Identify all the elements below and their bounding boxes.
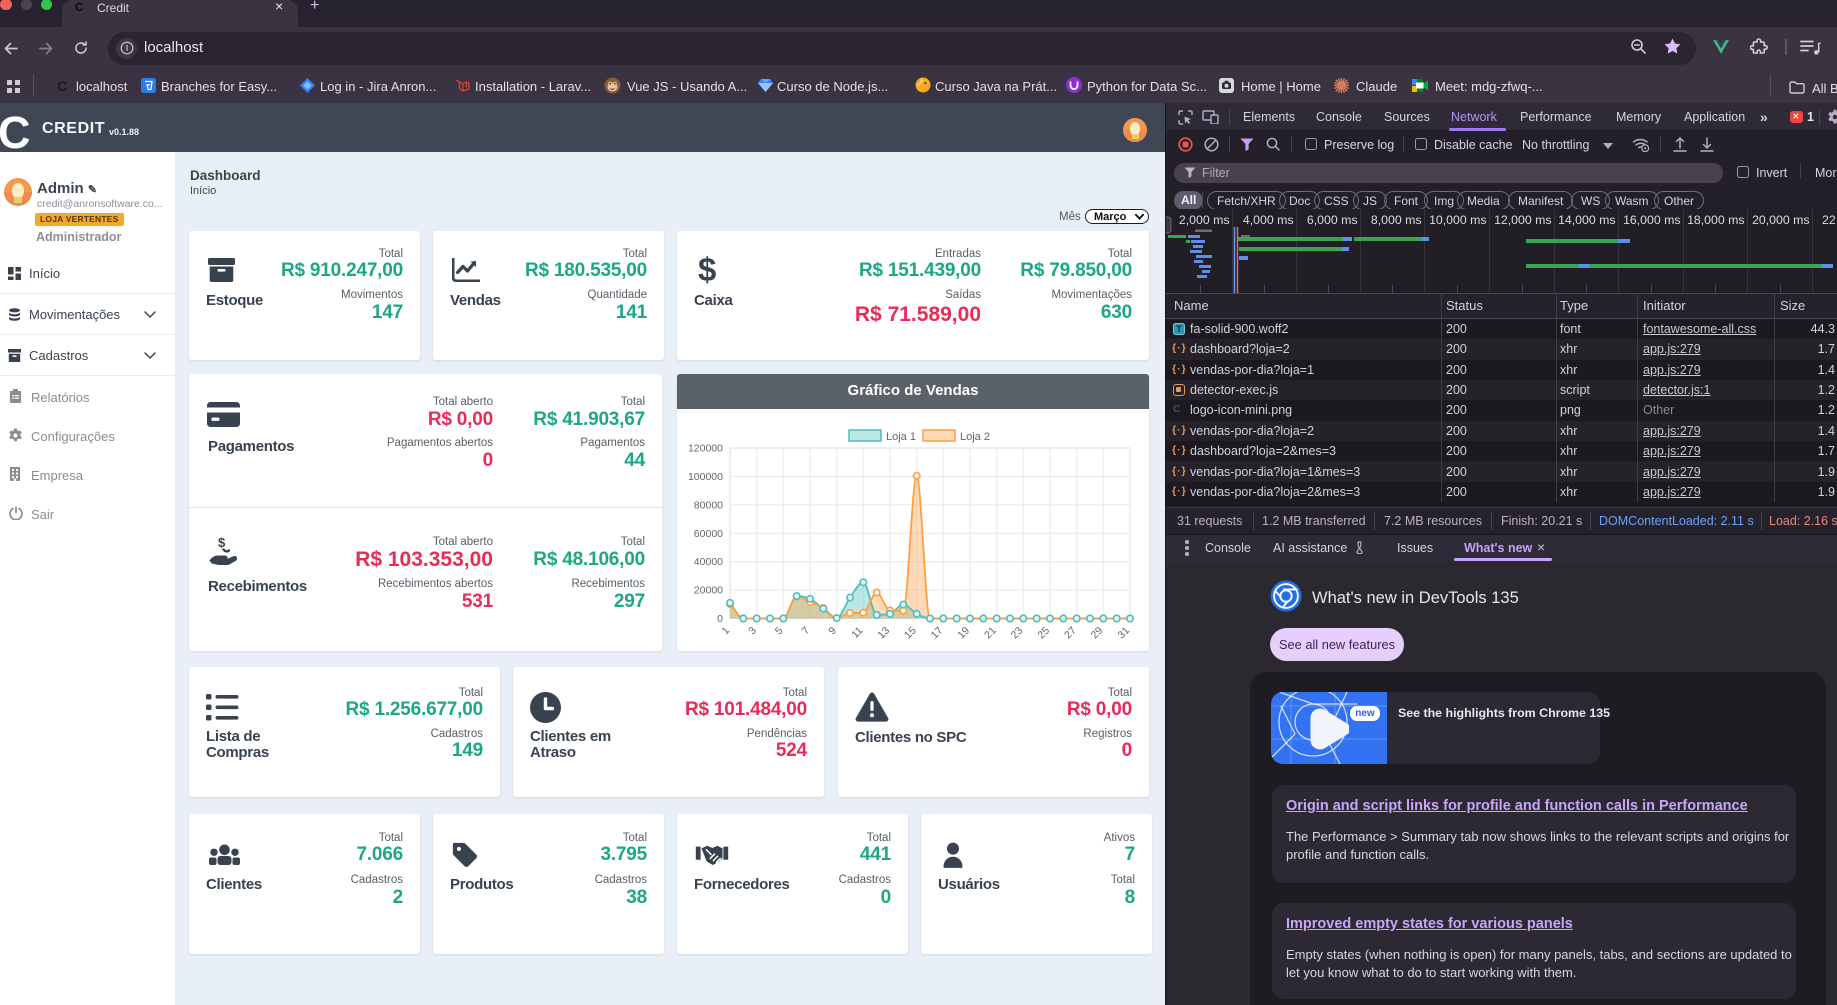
svg-text:8,000 ms: 8,000 ms <box>1371 213 1422 227</box>
svg-text:15: 15 <box>902 625 919 642</box>
svg-text:6,000 ms: 6,000 ms <box>1307 213 1358 227</box>
svg-text:7: 7 <box>800 625 813 638</box>
svg-text:25: 25 <box>1035 625 1052 642</box>
svg-text:40000: 40000 <box>694 556 723 568</box>
svg-text:Loja 2: Loja 2 <box>960 431 990 443</box>
svg-text:120000: 120000 <box>688 443 723 455</box>
svg-text:16,000 ms: 16,000 ms <box>1623 213 1680 227</box>
svg-text:$: $ <box>218 536 226 550</box>
svg-text:23: 23 <box>1009 625 1026 642</box>
svg-text:100000: 100000 <box>688 471 723 483</box>
svg-text:2,000 ms: 2,000 ms <box>1179 213 1230 227</box>
svg-text:9: 9 <box>826 625 839 638</box>
svg-text:19: 19 <box>955 625 972 642</box>
svg-text:31: 31 <box>1115 625 1132 642</box>
svg-text:20,000 ms: 20,000 ms <box>1752 213 1809 227</box>
svg-text:60000: 60000 <box>694 528 723 540</box>
svg-text:3: 3 <box>746 625 759 638</box>
svg-text:5: 5 <box>773 625 786 638</box>
svg-text:13: 13 <box>875 625 892 642</box>
svg-text:29: 29 <box>1089 625 1106 642</box>
svg-text:18,000 ms: 18,000 ms <box>1687 213 1744 227</box>
svg-text:Loja 1: Loja 1 <box>886 431 916 443</box>
svg-text:21: 21 <box>982 625 999 642</box>
svg-text:17: 17 <box>929 625 946 642</box>
svg-text:11: 11 <box>849 625 865 641</box>
svg-text:27: 27 <box>1062 625 1079 642</box>
svg-text:4,000 ms: 4,000 ms <box>1243 213 1294 227</box>
svg-text:80000: 80000 <box>694 499 723 511</box>
svg-text:10,000 ms: 10,000 ms <box>1429 213 1486 227</box>
svg-text:1: 1 <box>720 625 733 638</box>
svg-text:22: 22 <box>1822 213 1836 227</box>
svg-text:12,000 ms: 12,000 ms <box>1494 213 1551 227</box>
svg-text:20000: 20000 <box>694 585 723 597</box>
svg-text:14,000 ms: 14,000 ms <box>1558 213 1615 227</box>
svg-text:0: 0 <box>717 613 723 625</box>
